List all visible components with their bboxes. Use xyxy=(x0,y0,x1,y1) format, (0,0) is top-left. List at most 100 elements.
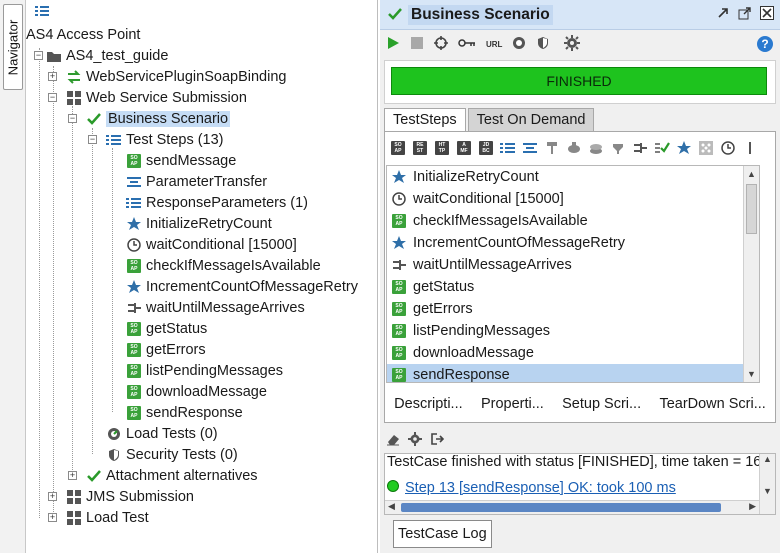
tree-binding[interactable]: WebServicePluginSoapBinding xyxy=(66,66,286,87)
subtab-teardown-script[interactable]: TearDown Scri... xyxy=(659,396,765,412)
loop-icon[interactable] xyxy=(434,35,448,53)
database-icon[interactable] xyxy=(587,139,605,157)
log-hscroll-thumb[interactable] xyxy=(401,503,721,512)
tab-test-on-demand[interactable]: Test On Demand xyxy=(467,108,595,132)
run-icon[interactable] xyxy=(386,36,400,53)
list-item[interactable]: InitializeRetryCount xyxy=(387,166,759,188)
teststep-list[interactable]: InitializeRetryCount waitConditional [15… xyxy=(386,165,760,383)
tree-load-test[interactable]: Load Test xyxy=(66,507,149,528)
list-item[interactable]: IncrementCountOfMessageRetry xyxy=(387,232,759,254)
list-item[interactable]: SO AP checkIfMessageIsAvailable xyxy=(387,210,759,232)
security-shield-icon[interactable] xyxy=(536,36,550,53)
amf-step-icon[interactable]: A MF xyxy=(455,139,473,157)
star-step-icon[interactable] xyxy=(675,139,693,157)
tree-list-icon[interactable] xyxy=(34,5,50,21)
tree-testcase[interactable]: Business Scenario xyxy=(86,108,231,129)
log-scroll-up-icon[interactable]: ▲ xyxy=(760,454,775,470)
undock-icon[interactable] xyxy=(716,6,730,23)
step-result-link[interactable]: Step 13 [sendResponse] OK: took 100 ms xyxy=(405,480,676,496)
soap-step-icon[interactable]: SO AP xyxy=(389,139,407,157)
list-item[interactable]: SO AP getErrors xyxy=(387,298,759,320)
tree-jms[interactable]: JMS Submission xyxy=(66,486,194,507)
log-scroll-right-icon[interactable]: ▶ xyxy=(749,501,756,512)
log-scroll-left-icon[interactable]: ◀ xyxy=(388,501,395,512)
testcase-log[interactable]: TestCase finished with status [FINISHED]… xyxy=(384,453,776,515)
tree-load-tests[interactable]: Load Tests (0) xyxy=(106,423,218,444)
log-settings-icon[interactable] xyxy=(408,432,422,449)
check-icon xyxy=(86,468,102,484)
tree-teststeps[interactable]: Test Steps (13) xyxy=(106,129,224,150)
tree-suite[interactable]: Web Service Submission xyxy=(66,87,247,108)
navigator-tab[interactable]: Navigator xyxy=(3,4,23,90)
maximize-icon[interactable] xyxy=(738,6,752,23)
tree-step[interactable]: SO AP getErrors xyxy=(126,339,206,360)
list-item-selected[interactable]: SO AP sendResponse xyxy=(387,364,759,382)
list-item[interactable]: waitConditional [15000] xyxy=(387,188,759,210)
eraser-icon[interactable] xyxy=(386,432,400,449)
tree-step[interactable]: SO AP listPendingMessages xyxy=(126,360,283,381)
mock-response-icon[interactable] xyxy=(543,139,561,157)
list-item[interactable]: waitUntilMessageArrives xyxy=(387,254,759,276)
assertion-check-icon[interactable] xyxy=(653,139,671,157)
mock-service-icon[interactable] xyxy=(565,139,583,157)
subtab-setup-script[interactable]: Setup Scri... xyxy=(562,396,641,412)
load-test-gauge-icon[interactable] xyxy=(512,36,526,53)
tree-step[interactable]: ParameterTransfer xyxy=(126,171,267,192)
jms-expander[interactable]: + xyxy=(48,492,57,501)
subtab-properties[interactable]: Properti... xyxy=(481,396,544,412)
close-icon[interactable] xyxy=(760,6,774,23)
goto-icon[interactable] xyxy=(631,139,649,157)
binding-expander[interactable]: + xyxy=(48,72,57,81)
rest-step-icon[interactable]: RE ST xyxy=(411,139,429,157)
attachment-expander[interactable]: + xyxy=(68,471,77,480)
tree-step[interactable]: SO AP sendResponse xyxy=(126,402,243,423)
tree-step[interactable]: ResponseParameters (1) xyxy=(126,192,308,213)
steplist-scrollbar[interactable]: ▲ ▼ xyxy=(743,166,759,382)
tree-project[interactable]: AS4_test_guide xyxy=(46,45,168,66)
delay-icon[interactable] xyxy=(609,139,627,157)
scroll-down-icon[interactable]: ▼ xyxy=(744,366,759,382)
log-hscrollbar[interactable]: ◀ ▶ xyxy=(385,500,759,514)
credentials-key-icon[interactable] xyxy=(458,36,476,52)
clock-step-icon[interactable] xyxy=(719,139,737,157)
list-item[interactable]: SO AP downloadMessage xyxy=(387,342,759,364)
suite-expander[interactable]: − xyxy=(48,93,57,102)
tree-step[interactable]: SO AP checkIfMessageIsAvailable xyxy=(126,255,321,276)
properties-step-icon[interactable] xyxy=(499,139,517,157)
http-step-icon[interactable]: HT TP xyxy=(433,139,451,157)
tree-step[interactable]: InitializeRetryCount xyxy=(126,213,272,234)
more-icon[interactable] xyxy=(741,139,759,157)
tree-step[interactable]: waitConditional [15000] xyxy=(126,234,297,255)
loadtest-expander[interactable]: + xyxy=(48,513,57,522)
list-item[interactable]: SO AP getStatus xyxy=(387,276,759,298)
tree-attachment[interactable]: Attachment alternatives xyxy=(86,465,258,486)
log-line-step[interactable]: Step 13 [sendResponse] OK: took 100 ms xyxy=(387,480,676,496)
transfer-step-icon[interactable] xyxy=(521,139,539,157)
stop-icon[interactable] xyxy=(410,36,424,53)
url-icon[interactable]: URL xyxy=(486,40,502,49)
dots-grid-icon[interactable] xyxy=(697,139,715,157)
interface-icon xyxy=(66,69,82,85)
scroll-up-icon[interactable]: ▲ xyxy=(744,166,759,182)
tree-step[interactable]: waitUntilMessageArrives xyxy=(126,297,305,318)
testcase-log-button[interactable]: TestCase Log xyxy=(393,520,492,548)
tree-root[interactable]: AS4 Access Point xyxy=(26,24,140,45)
tree-step[interactable]: IncrementCountOfMessageRetry xyxy=(126,276,358,297)
testcase-expander[interactable]: − xyxy=(68,114,77,123)
tree-step[interactable]: SO AP downloadMessage xyxy=(126,381,267,402)
export-icon[interactable] xyxy=(430,432,445,449)
log-vscrollbar[interactable]: ▲ ▼ xyxy=(759,454,775,514)
settings-gear-icon[interactable] xyxy=(564,34,581,54)
project-expander[interactable]: − xyxy=(34,51,43,60)
scroll-thumb[interactable] xyxy=(746,184,757,234)
teststeps-expander[interactable]: − xyxy=(88,135,97,144)
jdbc-step-icon[interactable]: JD BC xyxy=(477,139,495,157)
tab-teststeps[interactable]: TestSteps xyxy=(384,108,466,132)
help-icon[interactable]: ? xyxy=(756,35,774,56)
tree-step[interactable]: SO AP sendMessage xyxy=(126,150,236,171)
tree-security-tests[interactable]: Security Tests (0) xyxy=(106,444,238,465)
log-scroll-down-icon[interactable]: ▼ xyxy=(760,486,775,500)
subtab-description[interactable]: Descripti... xyxy=(394,396,463,412)
tree-step[interactable]: SO AP getStatus xyxy=(126,318,207,339)
list-item[interactable]: SO AP listPendingMessages xyxy=(387,320,759,342)
